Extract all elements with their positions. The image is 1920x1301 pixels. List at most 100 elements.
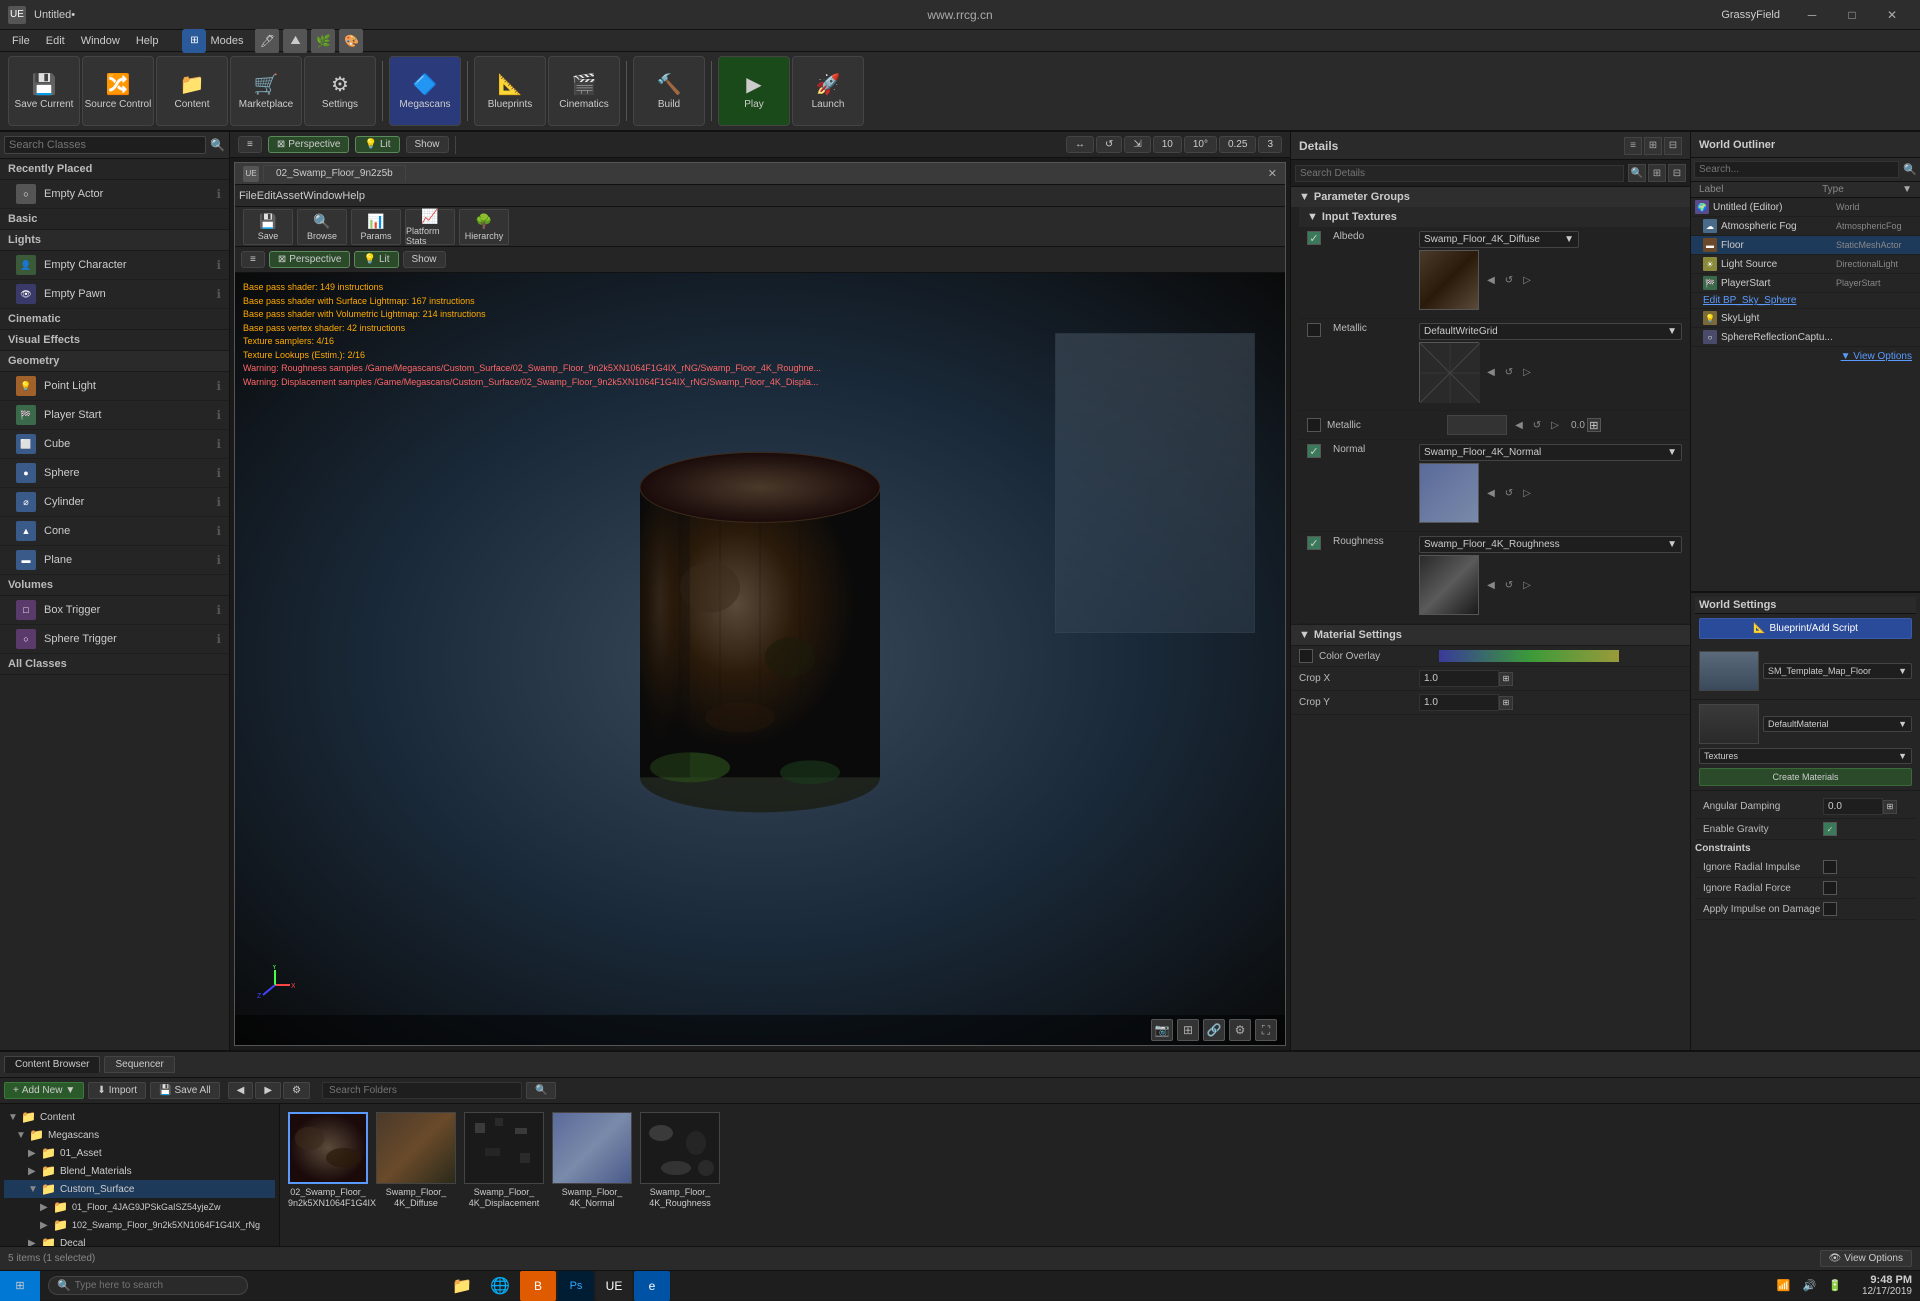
- cb-tab-sequencer[interactable]: Sequencer: [104, 1056, 174, 1073]
- taskbar-search-input[interactable]: [75, 1280, 215, 1291]
- details-btn-2[interactable]: ⊞: [1644, 137, 1662, 155]
- actor-player-start[interactable]: 🏁 Player Start ℹ: [0, 401, 229, 430]
- vp-grid-size[interactable]: 10: [1153, 136, 1182, 153]
- actor-empty-pawn[interactable]: 👁 Empty Pawn ℹ: [0, 280, 229, 309]
- empty-actor-info[interactable]: ℹ: [216, 187, 221, 201]
- normal-arrow-left[interactable]: ◀: [1483, 485, 1499, 501]
- mat-perspective-btn[interactable]: ⊠ Perspective: [269, 251, 351, 268]
- mat-lit-btn[interactable]: 💡 Lit: [354, 251, 398, 268]
- metallic2-checkbox[interactable]: [1307, 418, 1321, 432]
- albedo-arrow-right[interactable]: ▷: [1519, 272, 1535, 288]
- actor-sphere-trigger[interactable]: ○ Sphere Trigger ℹ: [0, 625, 229, 654]
- crop-x-spinner[interactable]: ⊞: [1499, 672, 1513, 686]
- actor-empty-actor[interactable]: ○ Empty Actor ℹ: [0, 180, 229, 209]
- lit-button[interactable]: 💡 Lit: [355, 136, 399, 153]
- vp-scale-snap[interactable]: 0.25: [1219, 136, 1256, 153]
- build-button[interactable]: 🔨 Build: [633, 56, 705, 126]
- details-btn-1[interactable]: ≡: [1624, 137, 1642, 155]
- cinematic-header[interactable]: Cinematic: [0, 309, 229, 330]
- cb-tab-content-browser[interactable]: Content Browser: [4, 1056, 100, 1073]
- metallic1-arrow-left[interactable]: ◀: [1483, 364, 1499, 380]
- roughness-arrow-left[interactable]: ◀: [1483, 577, 1499, 593]
- empty-character-info[interactable]: ℹ: [216, 258, 221, 272]
- roughness-texture-dropdown[interactable]: Swamp_Floor_4K_Roughness ▼: [1419, 536, 1682, 553]
- mat-menu-asset[interactable]: Asset: [276, 190, 304, 202]
- taskbar-app-photoshop[interactable]: Ps: [558, 1271, 594, 1301]
- textures-dropdown[interactable]: Textures ▼: [1699, 748, 1912, 764]
- vp-tool-scale[interactable]: ⇲: [1124, 136, 1150, 153]
- show-button[interactable]: Show: [406, 136, 449, 153]
- actor-plane[interactable]: ▬ Plane ℹ: [0, 546, 229, 575]
- start-button[interactable]: ⊞: [0, 1271, 40, 1301]
- cb-forward-button[interactable]: ▶: [255, 1082, 281, 1099]
- plane-info[interactable]: ℹ: [216, 553, 221, 567]
- create-materials-button[interactable]: Create Materials: [1699, 768, 1912, 786]
- angular-damping-spinner[interactable]: ⊞: [1883, 800, 1897, 814]
- details-search-icon[interactable]: 🔍: [1628, 164, 1646, 182]
- all-classes-header[interactable]: All Classes: [0, 654, 229, 675]
- normal-checkbox[interactable]: ✓: [1307, 444, 1321, 458]
- input-textures-header[interactable]: ▼ Input Textures: [1299, 207, 1690, 227]
- taskbar-clock[interactable]: 9:48 PM 12/17/2019: [1854, 1274, 1920, 1297]
- mode-btn-1[interactable]: 🖊: [255, 29, 279, 53]
- color-overlay-checkbox[interactable]: [1299, 649, 1313, 663]
- mat-vp-menu[interactable]: ≡: [241, 251, 265, 268]
- taskbar-app-unreal[interactable]: UE: [596, 1271, 632, 1301]
- details-filter-icon[interactable]: ⊟: [1668, 164, 1686, 182]
- metallic1-reset[interactable]: ↺: [1501, 364, 1517, 380]
- color-overlay-bar[interactable]: [1439, 650, 1619, 662]
- blueprints-button[interactable]: 📐 Blueprints: [474, 56, 546, 126]
- metallic2-spinner[interactable]: ⊞: [1587, 418, 1601, 432]
- lights-header[interactable]: Lights: [0, 230, 229, 251]
- details-search-input[interactable]: [1295, 165, 1624, 182]
- player-start-info[interactable]: ℹ: [216, 408, 221, 422]
- mat-params-button[interactable]: 📊 Params: [351, 209, 401, 245]
- import-button[interactable]: ⬇ Import: [88, 1082, 146, 1099]
- vp-btn-snap[interactable]: 🔗: [1203, 1019, 1225, 1041]
- source-control-button[interactable]: 🔀 Source Control: [82, 56, 154, 126]
- material-editor-close[interactable]: ✕: [1268, 167, 1277, 180]
- enable-gravity-checkbox[interactable]: ✓: [1823, 822, 1837, 836]
- geometry-header[interactable]: Geometry: [0, 351, 229, 372]
- mat-browse-button[interactable]: 🔍 Browse: [297, 209, 347, 245]
- mode-btn-2[interactable]: ⛰: [283, 29, 307, 53]
- cb-settings-button[interactable]: ⚙: [283, 1082, 310, 1099]
- normal-arrow-right[interactable]: ▷: [1519, 485, 1535, 501]
- cube-info[interactable]: ℹ: [216, 437, 221, 451]
- normal-texture-dropdown[interactable]: Swamp_Floor_4K_Normal ▼: [1419, 444, 1682, 461]
- metallic2-arrow-right[interactable]: ▷: [1547, 417, 1563, 433]
- actor-point-light[interactable]: 💡 Point Light ℹ: [0, 372, 229, 401]
- outliner-item-untitled[interactable]: 🌍 Untitled (Editor) World: [1691, 198, 1920, 217]
- parameter-groups-header[interactable]: ▼ Parameter Groups: [1291, 187, 1690, 207]
- cylinder-info[interactable]: ℹ: [216, 495, 221, 509]
- vp-btn-fullscreen[interactable]: ⛶: [1255, 1019, 1277, 1041]
- mat-hierarchy-button[interactable]: 🌳 Hierarchy: [459, 209, 509, 245]
- perspective-button[interactable]: ⊠ Perspective: [268, 136, 350, 153]
- settings-button[interactable]: ⚙ Settings: [304, 56, 376, 126]
- save-all-button[interactable]: 💾 Save All: [150, 1082, 220, 1099]
- megascans-button[interactable]: 🔷 Megascans: [389, 56, 461, 126]
- mat-menu-file[interactable]: File: [239, 190, 257, 202]
- cb-back-button[interactable]: ◀: [228, 1082, 254, 1099]
- save-current-button[interactable]: 💾 Save Current: [8, 56, 80, 126]
- launch-button[interactable]: 🚀 Launch: [792, 56, 864, 126]
- vp-btn-grid[interactable]: ⊞: [1177, 1019, 1199, 1041]
- systray-volume[interactable]: 🔊: [1799, 1279, 1821, 1292]
- albedo-arrow-left[interactable]: ◀: [1483, 272, 1499, 288]
- asset-swamp-displacement[interactable]: Swamp_Floor_4K_Displacement: [464, 1112, 544, 1209]
- vp-tool-translate[interactable]: ↔: [1066, 136, 1094, 153]
- viewport-menu-button[interactable]: ≡: [238, 136, 262, 153]
- taskbar-app-explorer[interactable]: 📁: [444, 1271, 480, 1301]
- taskbar-app-edge[interactable]: e: [634, 1271, 670, 1301]
- albedo-reset[interactable]: ↺: [1501, 272, 1517, 288]
- actor-empty-character[interactable]: 👤 Empty Character ℹ: [0, 251, 229, 280]
- empty-pawn-info[interactable]: ℹ: [216, 287, 221, 301]
- menu-window[interactable]: Window: [73, 33, 128, 49]
- tree-blend-materials[interactable]: ▶ 📁 Blend_Materials: [4, 1162, 275, 1180]
- cone-info[interactable]: ℹ: [216, 524, 221, 538]
- sphere-trigger-info[interactable]: ℹ: [216, 632, 221, 646]
- crop-y-spinner[interactable]: ⊞: [1499, 696, 1513, 710]
- menu-help[interactable]: Help: [128, 33, 167, 49]
- asset-swamp-diffuse[interactable]: Swamp_Floor_4K_Diffuse: [376, 1112, 456, 1209]
- tree-content[interactable]: ▼ 📁 Content: [4, 1108, 275, 1126]
